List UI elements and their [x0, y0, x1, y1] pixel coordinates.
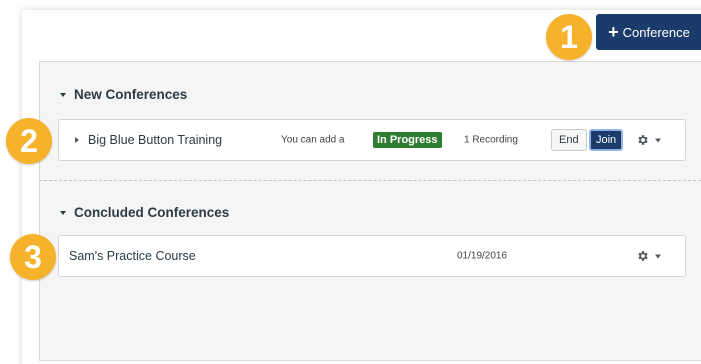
- caret-right-icon[interactable]: [75, 137, 79, 143]
- add-conference-label: Conference: [622, 24, 690, 40]
- callout-2: 2: [6, 118, 52, 164]
- status-badge: In Progress: [373, 132, 442, 148]
- recording-count[interactable]: 1 Recording: [464, 135, 518, 146]
- conference-date: 01/19/2016: [457, 250, 508, 262]
- end-button[interactable]: End: [551, 129, 587, 151]
- callout-1: 1: [546, 14, 592, 60]
- conference-name[interactable]: Sam's Practice Course: [69, 249, 196, 263]
- settings-menu[interactable]: [636, 134, 661, 147]
- section-header-new[interactable]: New Conferences: [60, 87, 187, 102]
- settings-menu[interactable]: [636, 250, 661, 263]
- chevron-down-icon: [655, 138, 661, 142]
- gear-icon: [638, 135, 648, 145]
- conference-name[interactable]: Big Blue Button Training: [88, 133, 222, 147]
- caret-down-icon: [60, 92, 66, 97]
- plus-icon: +: [608, 22, 619, 42]
- conference-row-concluded[interactable]: Sam's Practice Course 01/19/2016: [58, 235, 686, 277]
- section-title-new: New Conferences: [74, 87, 188, 102]
- gear-icon: [638, 251, 648, 261]
- conference-note: You can add a: [281, 134, 345, 146]
- conference-row-new[interactable]: Big Blue Button Training You can add a I…: [58, 119, 686, 161]
- join-button[interactable]: Join: [589, 129, 624, 151]
- add-conference-button[interactable]: + Conference: [596, 14, 701, 50]
- section-title-concluded: Concluded Conferences: [74, 205, 230, 220]
- conferences-content: New Conferences Big Blue Button Training…: [39, 61, 701, 361]
- callout-3: 3: [10, 234, 56, 280]
- chevron-down-icon: [655, 254, 661, 258]
- caret-down-icon: [60, 210, 66, 215]
- section-divider: [39, 180, 701, 181]
- section-header-concluded[interactable]: Concluded Conferences: [60, 205, 229, 220]
